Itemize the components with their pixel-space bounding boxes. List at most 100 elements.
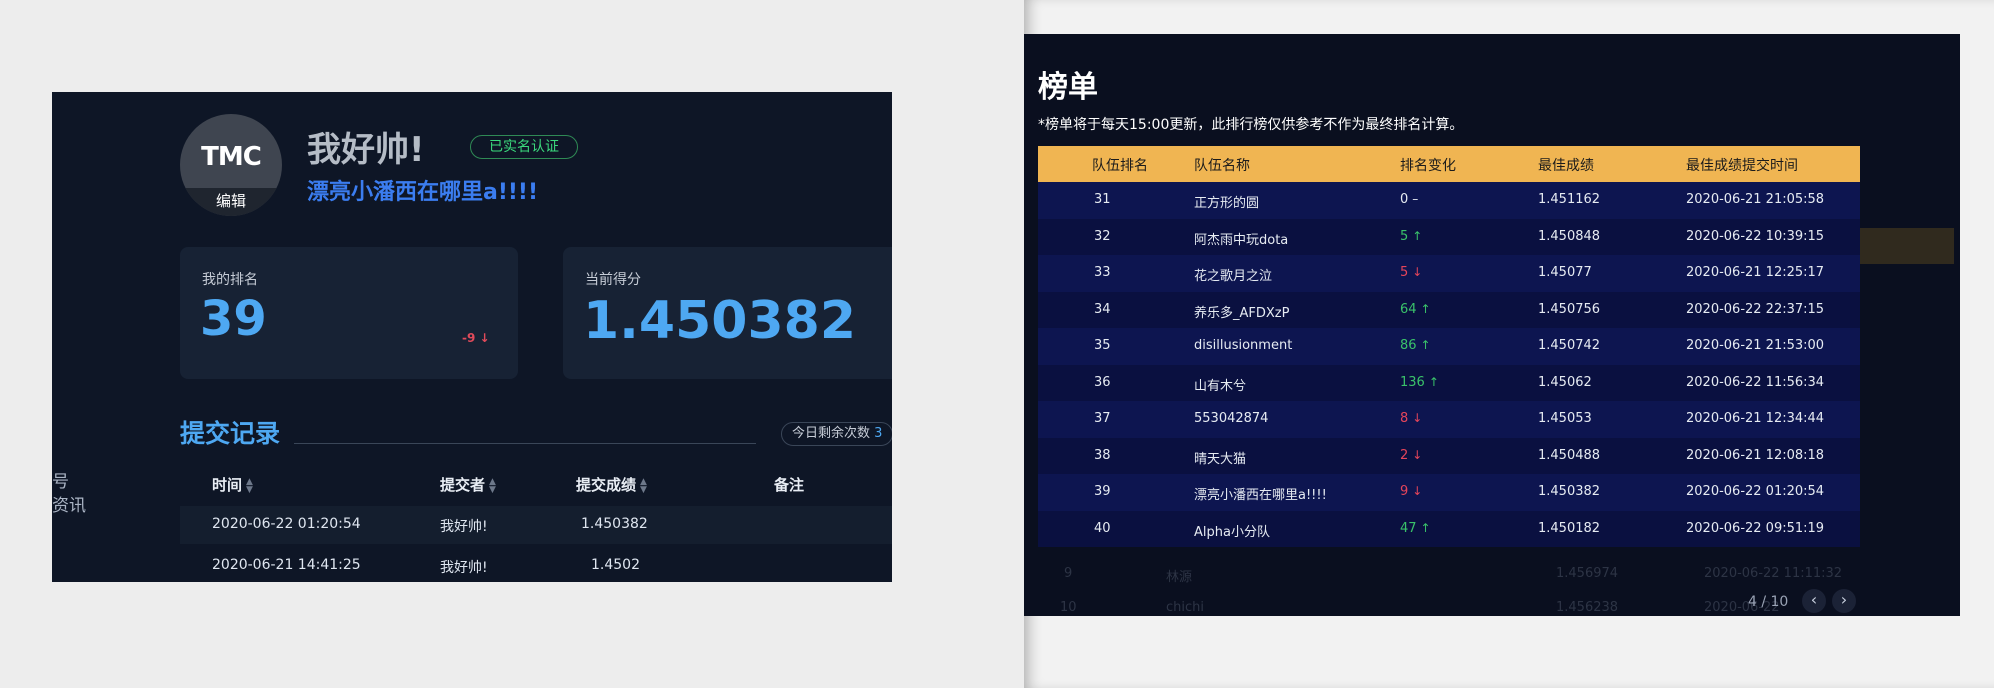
cell-rank-change: 2 ↓	[1400, 448, 1422, 463]
cell-score: 1.450382	[581, 516, 648, 532]
arrow-down-icon: ↓	[1412, 484, 1423, 498]
cell-rank: 35	[1094, 338, 1111, 353]
sort-icon[interactable]: ▲ ▼	[640, 477, 647, 494]
cell-best-score: 1.450182	[1538, 520, 1601, 536]
cell-best-score: 1.450742	[1538, 338, 1601, 353]
leaderboard-panel: 9 林源 1.456974 2020-06-22 11:11:32 10 chi…	[1024, 34, 1960, 616]
cell-submit-time: 2020-06-21 21:05:58	[1686, 192, 1825, 207]
arrow-down-icon: ↓	[1412, 447, 1423, 462]
rank-change-value: 86	[1400, 338, 1417, 353]
cell-submit-time: 2020-06-22 09:51:19	[1686, 520, 1825, 536]
column-header-label: 时间	[212, 476, 243, 494]
sidebar-fragment: 号 资讯	[52, 470, 86, 518]
cell-best-score: 1.450488	[1538, 447, 1601, 463]
ghost-score: 1.456974	[1556, 566, 1619, 581]
cell-team-name: 正方形的圆	[1194, 196, 1260, 211]
header-team: 队伍名称	[1194, 158, 1250, 174]
chevron-left-icon[interactable]: ‹	[1802, 589, 1826, 613]
cell-rank-change: 9 ↓	[1400, 484, 1422, 499]
column-header-time[interactable]: 时间 ▲ ▼	[212, 474, 253, 495]
avatar-logo: TMC	[201, 142, 262, 172]
sort-icon[interactable]: ▲ ▼	[489, 477, 496, 494]
cell-time: 2020-06-22 01:20:54	[212, 516, 361, 532]
arrow-down-icon: ↓	[1412, 411, 1423, 425]
score-card-value: 1.450382	[583, 291, 857, 351]
cell-submit-time: 2020-06-22 01:20:54	[1686, 484, 1825, 499]
arrow-down-icon: ↓	[479, 331, 490, 345]
rank-change-value: 64	[1400, 301, 1417, 317]
rank-card: 我的排名 39 -9 ↓	[180, 247, 518, 379]
leaderboard-table: 队伍排名 队伍名称 排名变化 最佳成绩 最佳成绩提交时间 31 正方形的圆 1.45…	[1038, 146, 1860, 547]
pagination-indicator: 4 / 10	[1748, 594, 1789, 610]
ghost-rank: 9	[1064, 566, 1073, 581]
avatar-edit-button[interactable]: 编辑	[180, 188, 282, 216]
cell-rank-change: 0–	[1400, 192, 1418, 207]
header-score: 最佳成绩	[1538, 158, 1594, 174]
cell-rank-change: 5 ↑	[1400, 229, 1422, 244]
header-time: 最佳成绩提交时间	[1686, 158, 1798, 174]
sidebar-item[interactable]: 资讯	[52, 494, 86, 518]
cell-rank-change: 136 ↑	[1400, 375, 1439, 390]
remaining-label: 今日剩余次数	[792, 426, 871, 441]
header-rank: 队伍排名	[1092, 158, 1148, 174]
cell-best-score: 1.450848	[1538, 228, 1601, 244]
rank-change-value: 5	[1400, 265, 1409, 280]
cell-team-name: Alpha小分队	[1194, 524, 1270, 540]
cell-rank: 40	[1094, 520, 1111, 536]
ghost-time: 2020-06-22 11:11:32	[1704, 566, 1843, 581]
chevron-right-icon[interactable]: ›	[1832, 589, 1856, 613]
rank-change-value: 47	[1400, 520, 1417, 536]
dash-icon: –	[1412, 192, 1419, 206]
leaderboard-row: 39 漂亮小潘西在哪里a!!!! 1.450382 2020-06-22 01:20:…	[1038, 474, 1860, 511]
section-divider	[294, 443, 756, 444]
cell-rank: 37	[1094, 411, 1111, 426]
table-row: 2020-06-22 01:20:54 我好帅! 1.450382	[180, 506, 892, 544]
remaining-count-badge: 今日剩余次数 3	[781, 422, 892, 446]
cell-rank: 31	[1094, 192, 1111, 207]
cell-best-score: 1.450756	[1538, 301, 1601, 317]
cell-rank: 36	[1094, 374, 1111, 390]
submissions-title: 提交记录	[180, 419, 281, 448]
cell-rank-change: 86 ↑	[1400, 338, 1431, 353]
arrow-down-icon: ↓	[1412, 265, 1423, 279]
cell-submit-time: 2020-06-21 12:25:17	[1686, 265, 1825, 280]
column-header-remark: 备注	[774, 476, 805, 494]
cell-submit-time: 2020-06-22 11:56:34	[1686, 374, 1825, 390]
rank-delta-value: -9	[462, 331, 476, 345]
cell-submit-time: 2020-06-21 12:08:18	[1686, 447, 1825, 463]
cell-rank: 33	[1094, 265, 1111, 280]
profile-panel: 号 资讯 TMC 编辑 我好帅! 已实名认证 漂亮小潘西在哪里a!!!! 我的排…	[52, 92, 892, 582]
leaderboard-row: 33 花之歌月之泣 1.45077 2020-06-21 12:25:17 5 ↓	[1038, 255, 1860, 292]
rank-card-label: 我的排名	[202, 272, 258, 288]
leaderboard-row: 35 disillusionment 1.450742 2020-06-21 21:5…	[1038, 328, 1860, 365]
sort-icon[interactable]: ▲ ▼	[246, 477, 253, 494]
cell-rank-change: 8 ↓	[1400, 411, 1422, 426]
cell-rank-change: 64 ↑	[1400, 302, 1431, 317]
header-change: 排名变化	[1400, 158, 1456, 174]
cell-team-name: 阿杰雨中玩dota	[1194, 232, 1289, 248]
cell-best-score: 1.45053	[1538, 411, 1592, 426]
leaderboard-row: 38 晴天大猫 1.450488 2020-06-21 12:08:18 2 ↓	[1038, 437, 1860, 474]
avatar[interactable]: TMC 编辑	[180, 114, 282, 216]
leaderboard-row: 36 山有木兮 1.45062 2020-06-22 11:56:34 136 ↑	[1038, 364, 1860, 401]
leaderboard-row: 31 正方形的圆 1.451162 2020-06-21 21:05:58 0–	[1038, 182, 1860, 219]
remaining-value: 3	[874, 426, 883, 441]
leaderboard-body: 31 正方形的圆 1.451162 2020-06-21 21:05:58 0– 32 阿杰…	[1038, 182, 1860, 547]
cell-best-score: 1.45062	[1538, 374, 1592, 390]
cell-submit-time: 2020-06-21 12:34:44	[1686, 411, 1825, 426]
submissions-table-header: 时间 ▲ ▼ 提交者 ▲ ▼ 提交成绩 ▲ ▼ 备注	[180, 460, 892, 506]
team-name: 漂亮小潘西在哪里a!!!!	[307, 180, 538, 205]
nickname: 我好帅!	[307, 130, 425, 170]
verify-badge: 已实名认证	[470, 135, 578, 159]
sidebar-item[interactable]: 号	[52, 470, 86, 494]
column-header-label: 提交者	[440, 476, 486, 494]
cell-submit-time: 2020-06-22 22:37:15	[1686, 301, 1825, 317]
column-header-submitter[interactable]: 提交者 ▲ ▼	[440, 474, 496, 495]
column-header-score[interactable]: 提交成绩 ▲ ▼	[576, 474, 647, 495]
cell-rank-change: 47 ↑	[1400, 521, 1431, 536]
arrow-up-icon: ↑	[1420, 520, 1431, 535]
leaderboard-title: 榜单	[1038, 70, 1098, 105]
cell-team-name: disillusionment	[1194, 338, 1293, 353]
rank-change-value: 136	[1400, 374, 1425, 390]
arrow-up-icon: ↑	[1420, 301, 1431, 316]
